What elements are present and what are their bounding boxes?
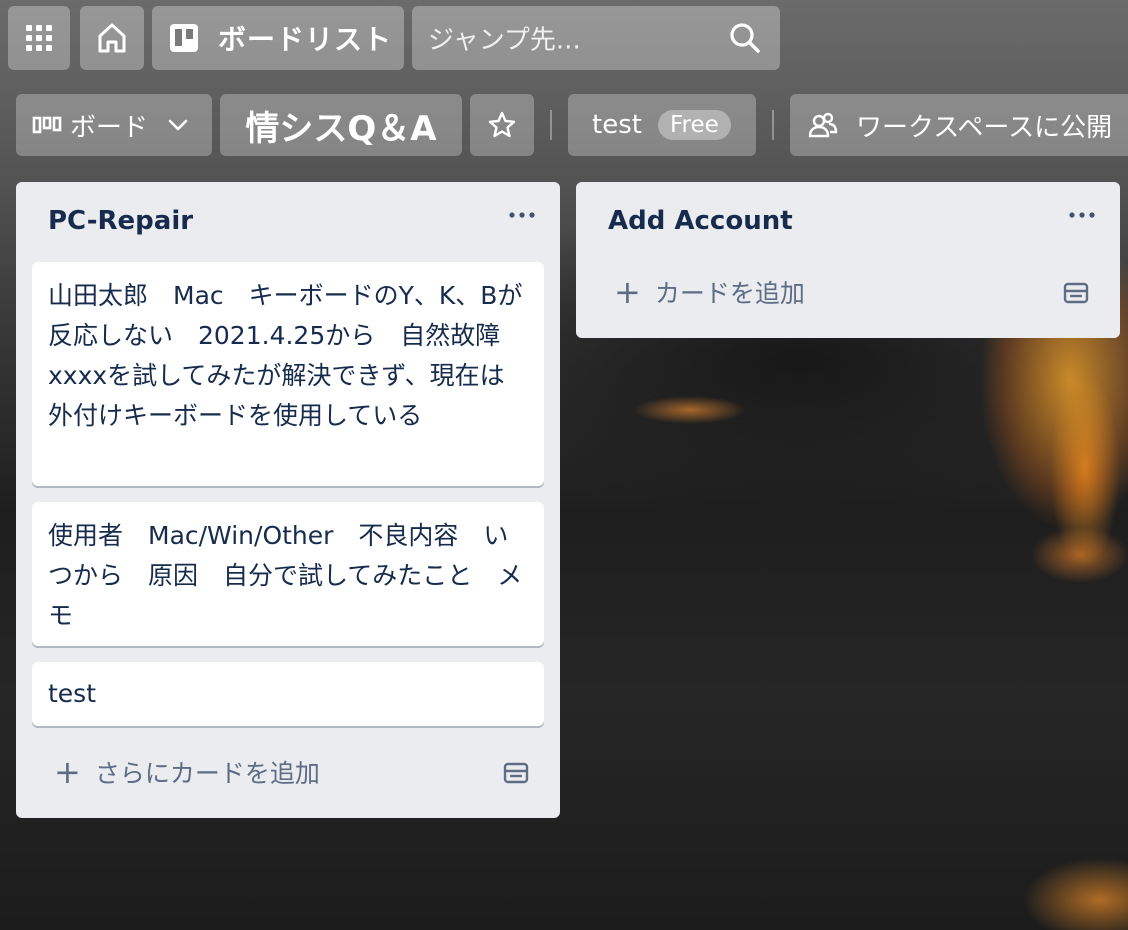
star-icon	[488, 111, 516, 138]
workspace-button[interactable]: test Free	[568, 94, 756, 156]
top-navigation: ボードリスト ジャンプ先...	[0, 0, 1128, 80]
add-card-label: さらにカードを追加	[94, 759, 320, 788]
people-icon	[808, 112, 838, 138]
card[interactable]: 山田太郎 Mac キーボードのY、K、Bが反応しない 2021.4.25から 自…	[32, 262, 544, 486]
divider	[772, 110, 774, 140]
card[interactable]: 使用者 Mac/Win/Other 不良内容 いつから 原因 自分で試してみたこ…	[32, 502, 544, 646]
boardlist-label: ボードリスト	[218, 23, 393, 56]
add-card-button[interactable]: + カードを追加	[614, 274, 805, 310]
plan-badge: Free	[657, 110, 731, 140]
home-icon	[98, 23, 126, 53]
board-icon	[170, 24, 198, 52]
star-button[interactable]	[470, 94, 534, 156]
add-card-button[interactable]: + さらにカードを追加	[54, 754, 320, 790]
view-switcher-button[interactable]: ボード	[16, 94, 212, 156]
board-header: ボード 情シスQ＆A test Free ワークスペースに公開	[0, 92, 1128, 158]
add-card-label: カードを追加	[654, 279, 805, 308]
boardlist-button[interactable]: ボードリスト	[152, 6, 404, 70]
board-title[interactable]: 情シスQ＆A	[220, 94, 462, 156]
plus-icon: +	[614, 273, 641, 311]
view-label: ボード	[70, 112, 149, 143]
search-icon[interactable]	[728, 21, 762, 55]
divider	[550, 110, 552, 140]
board-view-icon	[32, 116, 62, 134]
jump-search-field[interactable]: ジャンプ先...	[412, 6, 780, 70]
home-button[interactable]	[80, 6, 144, 70]
chevron-down-icon	[168, 119, 188, 131]
more-options-icon[interactable]	[508, 210, 536, 220]
apps-button[interactable]	[8, 6, 70, 70]
list-title[interactable]: PC-Repair	[48, 206, 193, 236]
list-pc-repair: PC-Repair 山田太郎 Mac キーボードのY、K、Bが反応しない 202…	[16, 182, 560, 818]
list-add-account: Add Account + カードを追加	[576, 182, 1120, 338]
visibility-button[interactable]: ワークスペースに公開	[790, 94, 1128, 156]
plus-icon: +	[54, 753, 81, 791]
list-title[interactable]: Add Account	[608, 206, 793, 236]
more-options-icon[interactable]	[1068, 210, 1096, 220]
card-template-icon[interactable]	[1062, 280, 1090, 308]
card[interactable]: test	[32, 662, 544, 726]
workspace-name: test	[592, 110, 642, 140]
grid-icon	[26, 25, 52, 51]
jump-placeholder: ジャンプ先...	[428, 25, 581, 56]
visibility-label: ワークスペースに公開	[856, 112, 1113, 143]
card-template-icon[interactable]	[502, 760, 530, 788]
